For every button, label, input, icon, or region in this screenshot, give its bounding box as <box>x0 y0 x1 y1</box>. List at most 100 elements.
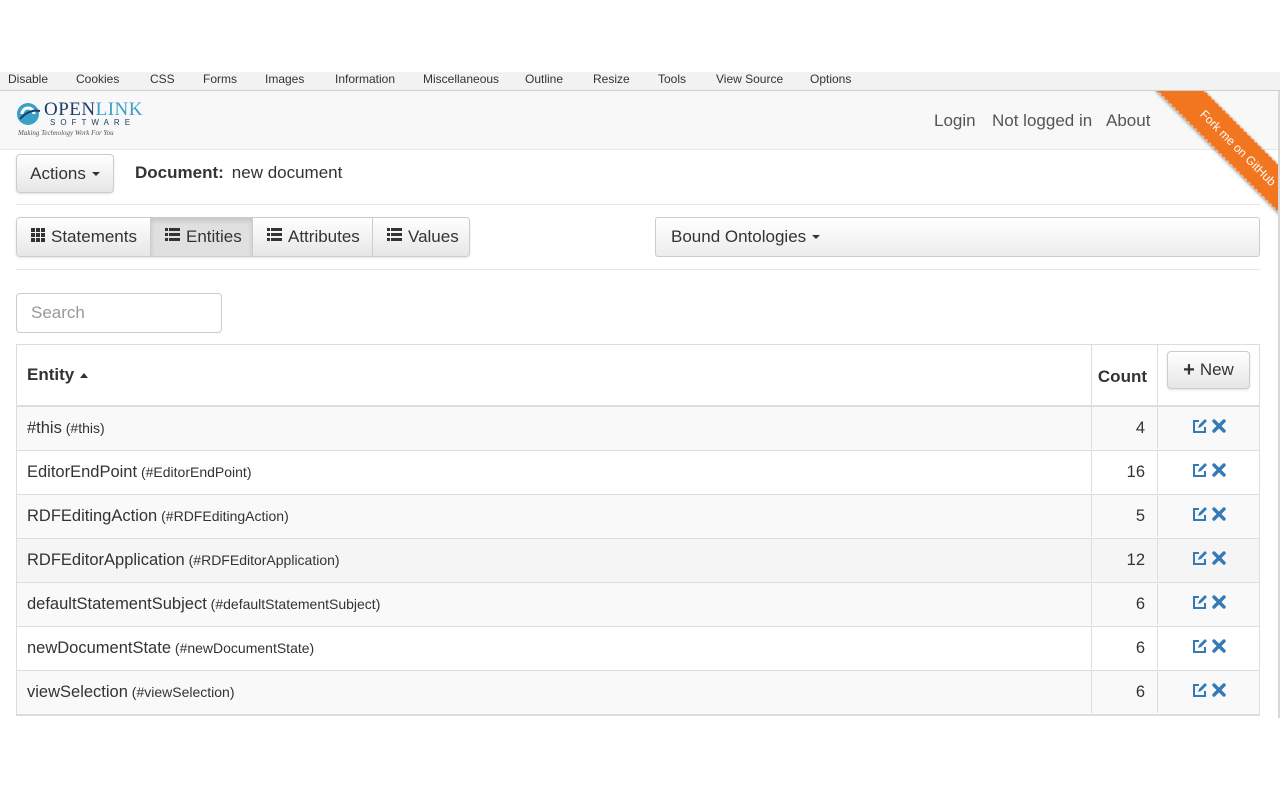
th-icon <box>31 227 45 247</box>
new-button-label: New <box>1199 360 1234 379</box>
logo-subtitle: SOFTWARE <box>50 118 136 127</box>
delete-icon[interactable] <box>1211 594 1226 614</box>
delete-icon[interactable] <box>1211 418 1226 438</box>
openlink-logo[interactable]: OPENLINK SOFTWARE Making Technology Work… <box>16 99 143 143</box>
tab-label: Entities <box>186 227 242 246</box>
edit-icon[interactable] <box>1192 594 1208 615</box>
toolbar-item[interactable]: Options <box>810 72 851 86</box>
row-actions <box>1157 495 1259 537</box>
navbar: OPENLINK SOFTWARE Making Technology Work… <box>0 91 1278 150</box>
row-actions <box>1157 539 1259 581</box>
count-header-label: Count <box>1097 367 1147 386</box>
entity-column-header[interactable]: Entity <box>17 345 1091 405</box>
table-row[interactable]: #this (#this) 4 <box>17 407 1259 451</box>
toolbar-item[interactable]: Cookies <box>76 72 119 86</box>
table-header: Entity Count + New <box>17 345 1259 407</box>
entity-cell: viewSelection (#viewSelection) <box>17 671 1091 713</box>
extension-toolbar: Disable Cookies CSS Forms Images Informa… <box>0 72 1280 91</box>
count-cell: 6 <box>1091 671 1157 713</box>
document-title: Document: new document <box>135 163 342 183</box>
tab-entities[interactable]: Entities <box>151 218 253 256</box>
tab-values[interactable]: Values <box>373 218 469 256</box>
plus-icon: + <box>1183 359 1195 381</box>
edit-icon[interactable] <box>1192 638 1208 659</box>
delete-icon[interactable] <box>1211 506 1226 526</box>
count-cell: 4 <box>1091 407 1157 449</box>
row-actions <box>1157 407 1259 449</box>
row-actions <box>1157 671 1259 713</box>
entity-name: viewSelection <box>27 682 128 701</box>
delete-icon[interactable] <box>1211 682 1226 702</box>
actions-column-header: + New <box>1157 345 1259 405</box>
github-ribbon-label[interactable]: Fork me on GitHub <box>1155 91 1278 221</box>
row-actions <box>1157 627 1259 669</box>
toolbar-item[interactable]: Tools <box>658 72 686 86</box>
entity-cell: newDocumentState (#newDocumentState) <box>17 627 1091 669</box>
count-cell: 16 <box>1091 451 1157 493</box>
count-cell: 6 <box>1091 583 1157 625</box>
toolbar-item[interactable]: Images <box>265 72 304 86</box>
actions-dropdown-button[interactable]: Actions <box>16 154 114 193</box>
logo-tagline: Making Technology Work For You <box>18 129 114 137</box>
tab-label: Values <box>408 227 459 246</box>
entity-cell: RDFEditingAction (#RDFEditingAction) <box>17 495 1091 537</box>
edit-icon[interactable] <box>1192 418 1208 439</box>
entity-name: defaultStatementSubject <box>27 594 207 613</box>
tab-statements[interactable]: Statements <box>17 218 151 256</box>
search-input[interactable] <box>16 293 222 333</box>
delete-icon[interactable] <box>1211 550 1226 570</box>
list-icon <box>165 227 180 247</box>
table-row[interactable]: defaultStatementSubject (#defaultStateme… <box>17 583 1259 627</box>
nav-status-text: Not logged in <box>992 111 1093 130</box>
tab-label: Attributes <box>288 227 360 246</box>
github-ribbon[interactable]: Fork me on GitHub <box>1148 91 1278 221</box>
toolbar-item[interactable]: Disable <box>8 72 48 86</box>
table-row[interactable]: RDFEditorApplication (#RDFEditorApplicat… <box>17 539 1259 583</box>
table-row[interactable]: RDFEditingAction (#RDFEditingAction) 5 <box>17 495 1259 539</box>
logo-icon <box>17 103 41 125</box>
toolbar-item[interactable]: Resize <box>593 72 630 86</box>
document-name: new document <box>231 163 343 182</box>
edit-icon[interactable] <box>1192 462 1208 483</box>
count-cell: 6 <box>1091 627 1157 669</box>
entity-id: (#newDocumentState) <box>171 640 315 656</box>
bound-ontologies-dropdown[interactable]: Bound Ontologies <box>655 217 1260 257</box>
entity-id: (#defaultStatementSubject) <box>206 596 381 612</box>
table-row[interactable]: EditorEndPoint (#EditorEndPoint) 16 <box>17 451 1259 495</box>
table-row[interactable]: viewSelection (#viewSelection) 6 <box>17 671 1259 715</box>
entity-cell: #this (#this) <box>17 407 1091 449</box>
nav-login-link[interactable]: Login <box>934 111 976 131</box>
entity-cell: EditorEndPoint (#EditorEndPoint) <box>17 451 1091 493</box>
new-entity-button[interactable]: + New <box>1167 351 1250 389</box>
caret-down-icon <box>91 171 100 176</box>
edit-icon[interactable] <box>1192 550 1208 571</box>
app-frame: OPENLINK SOFTWARE Making Technology Work… <box>0 91 1280 718</box>
ontologies-label: Bound Ontologies <box>671 227 807 246</box>
toolbar-item[interactable]: Forms <box>203 72 237 86</box>
delete-icon[interactable] <box>1211 462 1226 482</box>
tab-label: Statements <box>51 227 137 246</box>
entity-name: RDFEditorApplication <box>27 550 185 569</box>
edit-icon[interactable] <box>1192 506 1208 527</box>
count-cell: 12 <box>1091 539 1157 581</box>
toolbar-item[interactable]: View Source <box>716 72 783 86</box>
entity-cell: defaultStatementSubject (#defaultStateme… <box>17 583 1091 625</box>
delete-icon[interactable] <box>1211 638 1226 658</box>
count-column-header[interactable]: Count <box>1091 345 1157 405</box>
divider <box>16 204 1260 205</box>
entity-name: #this <box>27 418 62 437</box>
caret-down-icon <box>812 235 821 239</box>
count-cell: 5 <box>1091 495 1157 537</box>
nav-about-link[interactable]: About <box>1106 111 1150 131</box>
tab-attributes[interactable]: Attributes <box>253 218 373 256</box>
entity-id: (#viewSelection) <box>127 684 235 700</box>
list-icon <box>267 227 282 247</box>
toolbar-item[interactable]: CSS <box>150 72 175 86</box>
edit-icon[interactable] <box>1192 682 1208 703</box>
table-row[interactable]: newDocumentState (#newDocumentState) 6 <box>17 627 1259 671</box>
toolbar-item[interactable]: Miscellaneous <box>423 72 499 86</box>
toolbar-item[interactable]: Outline <box>525 72 563 86</box>
toolbar-item[interactable]: Information <box>335 72 395 86</box>
actions-label: Actions <box>30 163 86 183</box>
divider <box>16 269 1260 270</box>
